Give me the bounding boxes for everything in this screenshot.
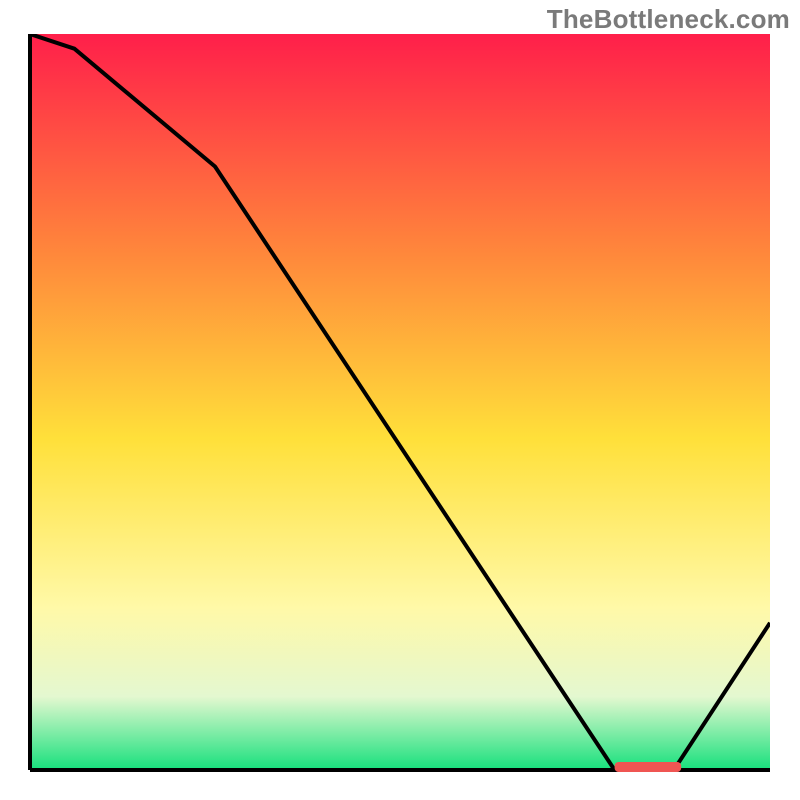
watermark-text: TheBottleneck.com [547, 4, 790, 35]
optimal-range-marker [615, 762, 682, 772]
chart-container: TheBottleneck.com [0, 0, 800, 800]
bottleneck-chart [0, 0, 800, 800]
plot-background [30, 34, 770, 770]
